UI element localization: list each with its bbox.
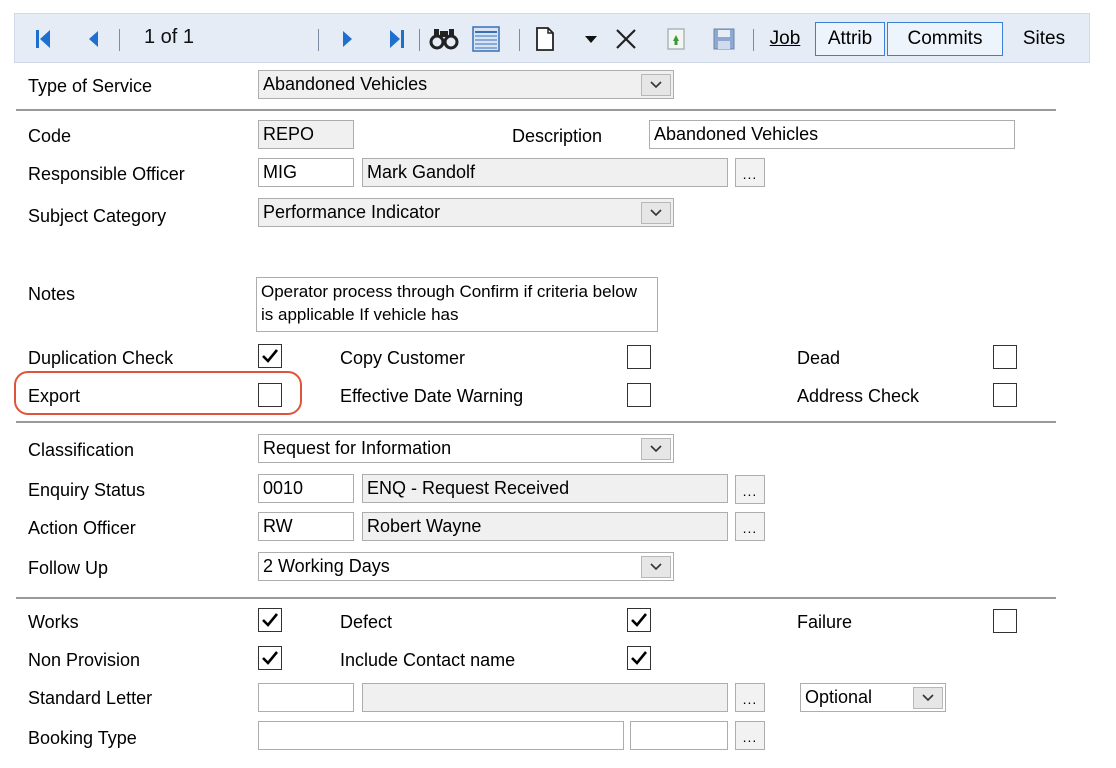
commits-label: Commits (907, 28, 983, 49)
address-check-checkbox[interactable] (993, 383, 1017, 407)
classification-select[interactable]: Request for Information (258, 434, 674, 463)
action-officer-lookup-button[interactable]: ... (735, 512, 765, 541)
description-field[interactable]: Abandoned Vehicles (649, 120, 1015, 149)
chevron-down-icon[interactable] (913, 687, 943, 709)
attrib-label: Attrib (827, 28, 873, 49)
record-position: 1 of 1 (144, 26, 195, 48)
code-field[interactable]: REPO (258, 120, 354, 149)
defect-label: Defect (340, 612, 393, 632)
non-provision-checkbox[interactable] (258, 646, 282, 670)
new-record-icon[interactable] (533, 14, 557, 64)
duplication-check-checkbox[interactable] (258, 344, 282, 368)
include-contact-name-label: Include Contact name (340, 650, 516, 670)
list-view-icon[interactable] (469, 14, 503, 64)
standard-letter-code-field[interactable] (258, 683, 354, 712)
action-officer-code-field[interactable]: RW (258, 512, 354, 541)
dead-checkbox[interactable] (993, 345, 1017, 369)
follow-up-value: 2 Working Days (263, 556, 390, 576)
section-divider (16, 109, 1056, 111)
booking-type-secondary-field[interactable] (630, 721, 728, 750)
type-of-service-select[interactable]: Abandoned Vehicles (258, 70, 674, 99)
sites-button[interactable]: Sites (1009, 22, 1079, 56)
section-divider (16, 597, 1056, 599)
code-label: Code (28, 126, 72, 146)
delete-icon[interactable] (611, 14, 641, 64)
standard-letter-lookup-button[interactable]: ... (735, 683, 765, 712)
booking-type-lookup-button[interactable]: ... (735, 721, 765, 750)
address-check-label: Address Check (797, 386, 920, 406)
action-officer-label: Action Officer (28, 518, 136, 538)
notes-label: Notes (28, 284, 76, 304)
booking-type-label: Booking Type (28, 728, 137, 748)
enquiry-status-code-field[interactable]: 0010 (258, 474, 354, 503)
failure-checkbox[interactable] (993, 609, 1017, 633)
save-icon[interactable] (709, 14, 739, 64)
standard-letter-label: Standard Letter (28, 688, 153, 708)
non-provision-label: Non Provision (28, 650, 141, 670)
follow-up-label: Follow Up (28, 558, 109, 578)
failure-label: Failure (797, 612, 853, 632)
effective-date-warning-label: Effective Date Warning (340, 386, 524, 406)
description-label: Description (512, 126, 603, 146)
enquiry-status-lookup-button[interactable]: ... (735, 475, 765, 504)
chevron-down-icon[interactable] (641, 556, 671, 578)
action-officer-name-field: Robert Wayne (362, 512, 728, 541)
type-of-service-label: Type of Service (28, 76, 153, 96)
previous-record-icon[interactable] (81, 14, 105, 64)
standard-letter-option-select[interactable]: Optional (800, 683, 946, 712)
first-record-icon[interactable] (29, 14, 57, 64)
dropdown-arrow-icon[interactable] (581, 14, 601, 64)
subject-category-label: Subject Category (28, 206, 167, 226)
works-checkbox[interactable] (258, 608, 282, 632)
include-contact-name-checkbox[interactable] (627, 646, 651, 670)
subject-category-value: Performance Indicator (263, 202, 441, 222)
works-label: Works (28, 612, 79, 632)
last-record-icon[interactable] (383, 14, 411, 64)
responsible-officer-lookup-button[interactable]: ... (735, 158, 765, 187)
notes-textarea[interactable]: Operator process through Confirm if crit… (256, 277, 658, 332)
classification-label: Classification (28, 440, 135, 460)
booking-type-field[interactable] (258, 721, 624, 750)
commits-button[interactable]: Commits (887, 22, 1003, 56)
chevron-down-icon[interactable] (641, 438, 671, 460)
standard-letter-option-value: Optional (805, 687, 873, 707)
defect-checkbox[interactable] (627, 608, 651, 632)
next-record-icon[interactable] (335, 14, 359, 64)
responsible-officer-label: Responsible Officer (28, 164, 185, 184)
chevron-down-icon[interactable] (641, 74, 671, 96)
enquiry-status-label: Enquiry Status (28, 480, 146, 500)
responsible-officer-name-field: Mark Gandolf (362, 158, 728, 187)
section-divider (16, 421, 1056, 423)
chevron-down-icon[interactable] (641, 202, 671, 224)
copy-icon[interactable] (663, 14, 689, 64)
copy-customer-checkbox[interactable] (627, 345, 651, 369)
export-label: Export (28, 386, 81, 406)
standard-letter-name-field (362, 683, 728, 712)
subject-category-select[interactable]: Performance Indicator (258, 198, 674, 227)
classification-value: Request for Information (263, 438, 452, 458)
attrib-button[interactable]: Attrib (815, 22, 885, 56)
job-button[interactable]: Job (761, 22, 809, 56)
type-of-service-value: Abandoned Vehicles (263, 74, 428, 94)
responsible-officer-code-field[interactable]: MIG (258, 158, 354, 187)
record-toolbar: 1 of 1 Job Attrib Commits Sites (14, 13, 1090, 63)
effective-date-warning-checkbox[interactable] (627, 383, 651, 407)
find-icon[interactable] (427, 14, 461, 64)
job-label: Job (769, 28, 801, 49)
sites-label: Sites (1022, 28, 1066, 49)
follow-up-select[interactable]: 2 Working Days (258, 552, 674, 581)
enquiry-status-name-field: ENQ - Request Received (362, 474, 728, 503)
duplication-check-label: Duplication Check (28, 348, 174, 368)
copy-customer-label: Copy Customer (340, 348, 466, 368)
export-checkbox[interactable] (258, 383, 282, 407)
dead-label: Dead (797, 348, 841, 368)
